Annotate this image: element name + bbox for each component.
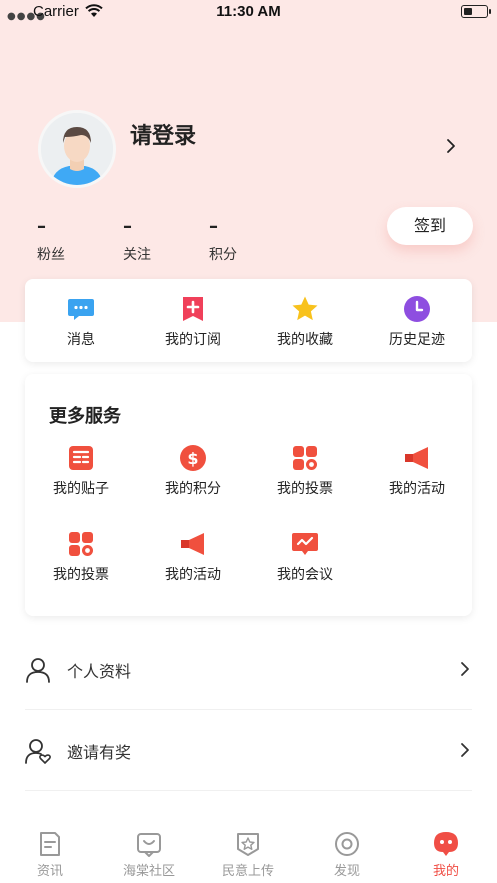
avatar-person-icon <box>41 113 113 185</box>
mine-icon <box>434 832 458 856</box>
posts-icon <box>69 446 93 470</box>
quick-action-history[interactable]: 历史足迹 <box>361 295 473 349</box>
service-label: 我的积分 <box>165 481 221 497</box>
tab-mine[interactable]: 我的 <box>396 831 496 879</box>
service-my-votes[interactable]: 我的投票 <box>249 444 361 498</box>
stat-label: 关注 <box>123 247 151 263</box>
tab-label: 我的 <box>432 864 459 879</box>
tab-community[interactable]: 海棠社区 <box>99 831 199 879</box>
stat-value: – <box>37 216 46 237</box>
quick-actions-card: 消息 我的订阅 我的收藏 历史足迹 <box>25 279 472 362</box>
bottom-tab-bar: 资讯 海棠社区 民意上传 发现 我的 <box>0 823 497 883</box>
quick-action-subscriptions[interactable]: 我的订阅 <box>137 295 249 349</box>
tab-label: 资讯 <box>36 864 63 879</box>
news-icon <box>40 832 60 856</box>
service-my-meetings[interactable]: 我的会议 <box>249 530 361 584</box>
stat-following[interactable]: – 关注 <box>123 218 183 264</box>
stat-value: – <box>209 216 218 237</box>
stat-fans[interactable]: – 粉丝 <box>37 218 97 264</box>
quick-action-label: 消息 <box>67 332 95 348</box>
tab-label: 发现 <box>333 864 360 879</box>
menu-row-label: 个人资料 <box>67 662 132 681</box>
meeting-icon <box>292 533 318 555</box>
service-label: 我的活动 <box>165 567 221 583</box>
message-icon <box>68 299 94 320</box>
upload-shield-icon <box>237 833 259 856</box>
status-bar: ●●●● Carrier 11:30 AM <box>0 0 497 24</box>
service-my-points[interactable]: $ 我的积分 <box>137 444 249 498</box>
stat-points[interactable]: – 积分 <box>209 218 269 264</box>
tab-label: 民意上传 <box>221 864 274 879</box>
service-label: 我的活动 <box>389 481 445 497</box>
quick-action-label: 历史足迹 <box>389 332 445 348</box>
subscription-icon <box>183 297 203 321</box>
status-time: 11:30 AM <box>216 3 281 20</box>
activity-icon <box>181 533 204 555</box>
quick-action-label: 我的订阅 <box>165 332 221 348</box>
quick-action-messages[interactable]: 消息 <box>25 295 137 349</box>
clock-icon <box>404 296 430 322</box>
vote-icon <box>293 446 317 470</box>
star-icon <box>292 296 318 321</box>
signin-button[interactable]: 签到 <box>387 207 473 245</box>
stat-label: 积分 <box>209 247 237 263</box>
menu-row-profile[interactable]: 个人资料 <box>25 630 472 710</box>
discover-icon <box>335 832 359 856</box>
quick-action-favorites[interactable]: 我的收藏 <box>249 295 361 349</box>
service-my-activities[interactable]: 我的活动 <box>137 530 249 584</box>
invite-user-icon <box>25 739 51 764</box>
chevron-right-icon <box>461 743 469 757</box>
login-prompt[interactable]: 请登录 <box>130 118 196 150</box>
service-label: 我的贴子 <box>53 481 109 497</box>
battery-icon <box>461 5 491 18</box>
service-label: 我的会议 <box>277 567 333 583</box>
service-my-activities[interactable]: 我的活动 <box>361 444 473 498</box>
menu-row-invite[interactable]: 邀请有奖 <box>25 711 472 791</box>
quick-action-label: 我的收藏 <box>277 332 333 348</box>
service-my-posts[interactable]: 我的贴子 <box>25 444 137 498</box>
tab-label: 海棠社区 <box>122 864 175 879</box>
tab-opinion-upload[interactable]: 民意上传 <box>198 831 298 879</box>
tab-news[interactable]: 资讯 <box>0 831 100 879</box>
service-label: 我的投票 <box>277 481 333 497</box>
avatar[interactable] <box>38 110 116 188</box>
service-my-votes[interactable]: 我的投票 <box>25 530 137 584</box>
user-icon <box>26 658 50 683</box>
services-title: 更多服务 <box>49 406 121 427</box>
tab-discover[interactable]: 发现 <box>297 831 397 879</box>
stat-value: – <box>123 216 132 237</box>
service-label: 我的投票 <box>53 567 109 583</box>
points-icon: $ <box>180 445 206 471</box>
chevron-right-icon <box>461 662 469 676</box>
svg-text:$: $ <box>187 449 198 468</box>
chevron-right-icon[interactable] <box>446 138 456 154</box>
stat-label: 粉丝 <box>37 247 65 263</box>
activity-icon <box>405 447 428 469</box>
community-icon <box>137 833 161 857</box>
more-services-card: 更多服务 我的贴子 $ 我的积分 我的投票 我的活动 我的投票 我的活动 我的会… <box>25 374 472 616</box>
vote-icon <box>69 532 93 556</box>
menu-row-label: 邀请有奖 <box>67 743 132 762</box>
